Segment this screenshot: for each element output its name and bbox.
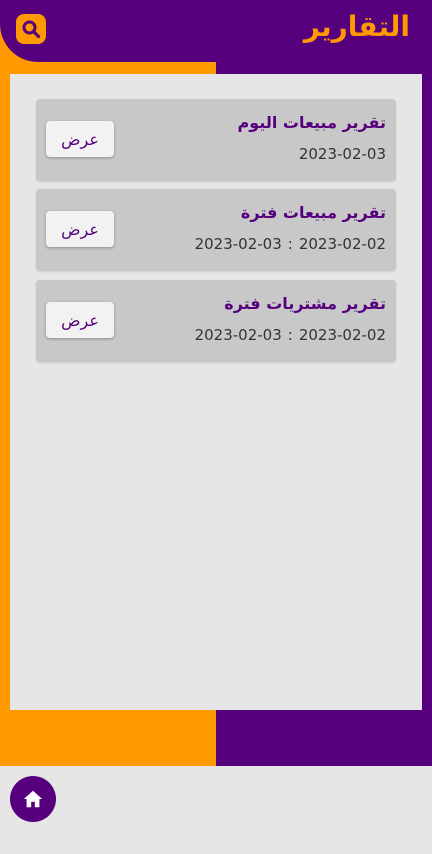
report-card-period-sales: تقرير مبيعات فترة 2023-02-03:2023-02-02 … (36, 189, 396, 271)
report-date-to: 2023-02-02 (298, 235, 386, 253)
report-title: تقرير مبيعات فترة (240, 203, 386, 222)
report-date: 2023-02-03:2023-02-02 (195, 235, 386, 253)
report-title: تقرير مشتريات فترة (224, 294, 386, 313)
home-icon (23, 790, 43, 808)
date-separator: : (287, 326, 293, 344)
search-icon (22, 20, 41, 39)
report-title: تقرير مبيعات اليوم (237, 113, 386, 132)
report-date: 2023-02-03 (299, 145, 386, 163)
report-card-period-purchases: تقرير مشتريات فترة 2023-02-03:2023-02-02… (36, 280, 396, 362)
report-date-to: 2023-02-02 (298, 326, 386, 344)
header-bar: التقارير (0, 0, 432, 62)
bottom-bar (0, 766, 432, 854)
view-button[interactable]: عرض (46, 302, 114, 338)
report-card-daily-sales: تقرير مبيعات اليوم 2023-02-03 عرض (36, 99, 396, 181)
report-date-to: 2023-02-03 (298, 145, 386, 163)
report-date-from: 2023-02-03 (194, 326, 282, 344)
view-button[interactable]: عرض (46, 211, 114, 247)
search-button[interactable] (16, 14, 46, 44)
home-button[interactable] (10, 776, 56, 822)
report-date: 2023-02-03:2023-02-02 (195, 326, 386, 344)
page-title: التقارير (303, 10, 410, 43)
report-date-from: 2023-02-03 (194, 235, 282, 253)
view-button[interactable]: عرض (46, 121, 114, 157)
date-separator: : (287, 235, 293, 253)
